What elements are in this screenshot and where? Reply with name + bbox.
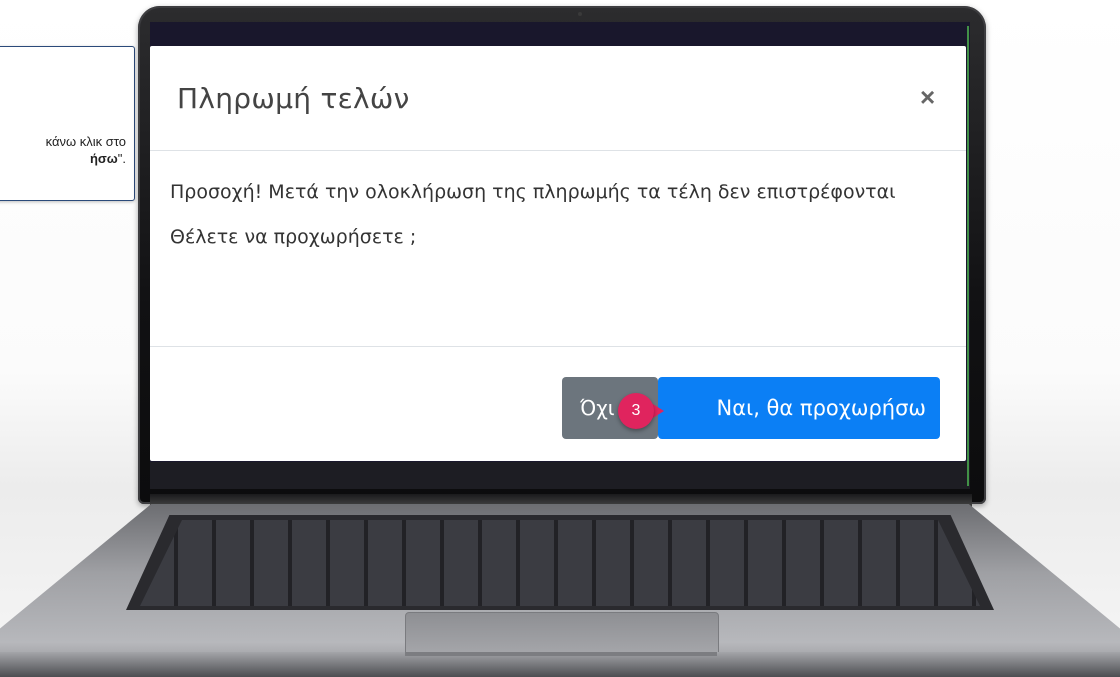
payment-fees-modal: Πληρωμή τελών × Προσοχή! Μετά την ολοκλή… (150, 46, 966, 461)
close-icon[interactable]: × (920, 84, 935, 110)
callout-line-1: κάνω κλικ στο (45, 134, 126, 149)
step-number-badge: 3 (618, 393, 654, 429)
screen-bottom-band (150, 462, 970, 489)
screen-edge-highlight (967, 26, 969, 486)
confirm-question: Θέλετε να προχωρήσετε ; (170, 226, 417, 248)
yes-proceed-button[interactable]: Ναι, θα προχωρήσω (658, 377, 940, 439)
modal-body: Προσοχή! Μετά την ολοκλήρωση της πληρωμή… (170, 176, 930, 248)
tutorial-callout: κάνω κλικ στο ήσω". (0, 46, 135, 201)
callout-tail-text: ". (117, 151, 126, 166)
keyboard-keys (140, 520, 980, 606)
webcam-icon (578, 12, 582, 16)
callout-line-2: ήσω". (46, 150, 126, 167)
modal-footer: Όχι Ναι, θα προχωρήσω 3 (150, 346, 966, 462)
trackpad-notch (405, 652, 717, 656)
modal-title: Πληρωμή τελών (177, 82, 410, 115)
warning-text: Προσοχή! Μετά την ολοκλήρωση της πληρωμή… (170, 181, 896, 203)
modal-header: Πληρωμή τελών × (150, 46, 966, 151)
callout-bold-text: ήσω (89, 151, 118, 166)
callout-text: κάνω κλικ στο ήσω". (46, 133, 126, 167)
